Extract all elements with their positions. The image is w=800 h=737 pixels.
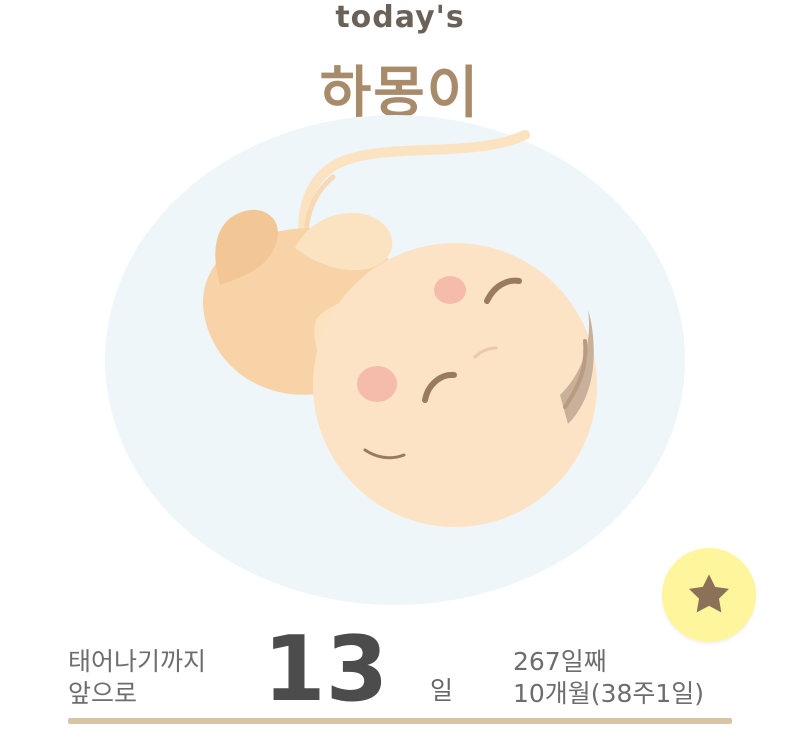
pregnancy-month-week: 10개월(38주1일): [513, 679, 705, 708]
header-kicker: today's: [335, 0, 465, 35]
baby-cheek-right: [434, 276, 466, 304]
star-icon: [689, 574, 729, 613]
countdown-number: 13: [263, 617, 389, 722]
countdown-line-2: 앞으로: [68, 679, 138, 708]
page: today's 하몽이 태어나기까지 앞으로 13 일 267일째 10개월(3…: [0, 0, 800, 737]
pregnancy-info: 267일째 10개월(38주1일): [513, 646, 704, 710]
baby-illustration-svg: [105, 115, 685, 605]
pregnancy-day: 267일째: [513, 647, 607, 676]
baby-cheek-left: [357, 366, 397, 402]
countdown-line-1: 태어나기까지: [68, 647, 207, 676]
countdown-unit: 일: [430, 676, 454, 705]
bottom-divider: [68, 718, 732, 724]
countdown-label: 태어나기까지 앞으로: [68, 646, 206, 710]
favorite-button[interactable]: [662, 548, 756, 642]
baby-illustration: [95, 115, 705, 610]
